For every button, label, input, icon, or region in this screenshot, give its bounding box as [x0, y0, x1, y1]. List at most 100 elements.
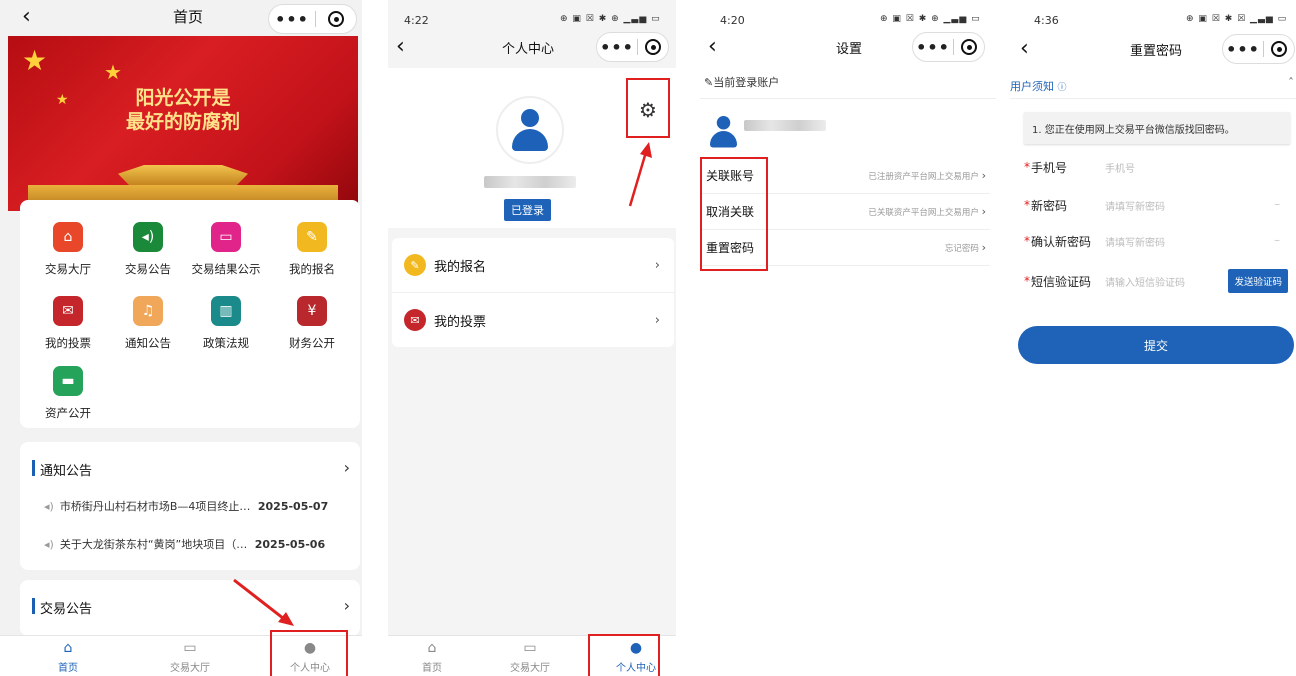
menu-item-my-vote[interactable]: ✉ 我的投票 ›	[392, 293, 674, 347]
grid-item-policy[interactable]: ▥ 政策法规	[186, 296, 266, 351]
field-label: 确认新密码	[1031, 234, 1092, 249]
grid-label: 我的报名	[289, 262, 335, 276]
grid-item-notice[interactable]: ♫ 通知公告	[108, 296, 188, 351]
bell-icon: ♫	[133, 296, 163, 326]
close-miniprogram-button[interactable]	[638, 39, 668, 55]
banner[interactable]: ★ ★ ★ 阳光公开是 最好的防腐剂	[8, 36, 358, 211]
new-password-field[interactable]: * 新密码 请填写新密码 ⌣	[1024, 186, 1294, 224]
tab-home[interactable]: ⌂ 首页	[392, 640, 472, 674]
banner-line-2: 最好的防腐剂	[126, 111, 241, 133]
login-status-badge: 已登录	[504, 199, 551, 221]
record-icon	[961, 39, 977, 55]
chevron-right-icon: ›	[654, 257, 660, 273]
finance-icon: ¥	[297, 296, 327, 326]
required-mark: *	[1024, 274, 1030, 288]
grid-label: 我的投票	[45, 336, 91, 350]
chevron-right-icon: ›	[654, 312, 660, 328]
banner-slogan: 阳光公开是 最好的防腐剂	[126, 86, 240, 134]
eye-closed-icon[interactable]: ⌣	[1274, 200, 1280, 210]
highlight-box	[588, 634, 660, 676]
account-header: ✎当前登录账户	[704, 74, 779, 90]
status-time: 4:20	[720, 14, 745, 27]
vote-icon: ✉	[53, 296, 83, 326]
submit-button[interactable]: 提交	[1018, 326, 1294, 364]
back-button[interactable]: ‹	[1020, 36, 1029, 61]
status-time: 4:22	[404, 14, 429, 27]
notice-item[interactable]: ◂) 市桥街丹山村石材市场B—4项目终止… 2025-05-07	[44, 498, 328, 514]
record-icon	[645, 39, 661, 55]
chevron-right-icon: ›	[981, 240, 986, 254]
monitor-icon: ▭	[523, 640, 537, 656]
user-notice-toggle[interactable]: 用户须知 ⓘ	[1010, 78, 1067, 94]
monitor-icon: ▭	[183, 640, 197, 656]
grid-label: 政策法规	[203, 336, 249, 350]
eye-closed-icon[interactable]: ⌣	[1274, 236, 1280, 246]
miniprogram-capsule: •••	[596, 32, 669, 62]
grid-item-my-vote[interactable]: ✉ 我的投票	[28, 296, 108, 351]
required-mark: *	[1024, 160, 1030, 174]
avatar-person-icon	[512, 109, 548, 151]
confirm-password-input-placeholder[interactable]: 请填写新密码	[1105, 234, 1165, 249]
monitor-icon: ▭	[211, 222, 241, 252]
phone-field[interactable]: * 手机号 手机号	[1024, 148, 1294, 186]
more-button[interactable]: •••	[269, 10, 315, 29]
status-icons: ⊕ ▣ ☒ ✱ ☒ ▁▃▅ ▭	[1186, 14, 1288, 24]
notice-item[interactable]: ◂) 关于大龙街茶东村“黄岗”地块项目（… 2025-05-06	[44, 536, 325, 552]
menu-item-my-signup[interactable]: ✎ 我的报名 ›	[392, 238, 674, 293]
required-mark: *	[1024, 234, 1030, 248]
chevron-right-icon[interactable]: ›	[344, 458, 350, 477]
sms-code-field[interactable]: * 短信验证码 请输入短信验证码 发送验证码	[1024, 262, 1294, 300]
grid-item-my-signup[interactable]: ✎ 我的报名	[272, 222, 352, 277]
grid-label: 交易大厅	[45, 262, 91, 276]
chevron-up-icon[interactable]: ˆ	[1288, 76, 1294, 90]
close-miniprogram-button[interactable]	[316, 11, 356, 27]
user-notice-box: 1. 您正在使用网上交易平台微信版找回密码。	[1024, 112, 1290, 144]
grid-item-finance[interactable]: ¥ 财务公开	[272, 296, 352, 351]
more-button[interactable]: •••	[597, 38, 637, 57]
function-grid-card: ⌂ 交易大厅 ◂) 交易公告 ▭ 交易结果公示 ✎ 我的报名 ✉ 我的投票 ♫ …	[20, 200, 360, 428]
chevron-right-icon: ›	[981, 168, 986, 182]
row-hint: 忘记密码 ›	[945, 241, 986, 254]
annotation-arrow	[628, 142, 652, 207]
banner-line-1: 阳光公开是	[135, 87, 231, 109]
back-button[interactable]: ‹	[708, 34, 717, 59]
grid-item-trade-result[interactable]: ▭ 交易结果公示	[186, 222, 266, 277]
send-sms-code-button[interactable]: 发送验证码	[1228, 269, 1288, 293]
tab-label: 首页	[422, 663, 442, 674]
menu-label: 我的报名	[434, 259, 487, 275]
notice-date: 2025-05-06	[254, 538, 326, 551]
phone-input-placeholder[interactable]: 手机号	[1105, 160, 1135, 175]
back-button[interactable]: ‹	[396, 34, 405, 59]
grid-item-trading-hall[interactable]: ⌂ 交易大厅	[28, 222, 108, 277]
close-miniprogram-button[interactable]	[954, 39, 984, 55]
new-password-input-placeholder[interactable]: 请填写新密码	[1105, 198, 1165, 213]
status-icons: ⊕ ▣ ☒ ✱ ⊕ ▁▃▅ ▭	[560, 14, 661, 24]
more-button[interactable]: •••	[913, 38, 953, 57]
briefcase-icon: ▬	[53, 366, 83, 396]
confirm-password-field[interactable]: * 确认新密码 请填写新密码 ⌣	[1024, 222, 1294, 260]
account-name-redacted	[744, 120, 826, 131]
divider	[700, 98, 996, 99]
grid-item-trade-notice[interactable]: ◂) 交易公告	[108, 222, 188, 277]
tab-trading-hall[interactable]: ▭ 交易大厅	[490, 640, 570, 674]
back-button[interactable]: ‹	[22, 4, 31, 29]
annotation-arrow	[233, 578, 294, 626]
signup-icon: ✎	[297, 222, 327, 252]
star-icon: ★	[56, 92, 69, 108]
user-notice-text: 1. 您正在使用网上交易平台微信版找回密码。	[1032, 124, 1235, 136]
close-miniprogram-button[interactable]	[1264, 41, 1294, 57]
home-icon: ⌂	[427, 640, 437, 656]
page-title: 首页	[173, 8, 204, 26]
avatar[interactable]	[496, 96, 564, 164]
tab-trading-hall[interactable]: ▭ 交易大厅	[150, 640, 230, 674]
required-mark: *	[1024, 198, 1030, 212]
page-title: 个人中心	[502, 42, 555, 57]
sms-code-input-placeholder[interactable]: 请输入短信验证码	[1105, 274, 1185, 289]
chevron-right-icon[interactable]: ›	[344, 596, 350, 615]
notice-date: 2025-05-07	[257, 500, 329, 513]
tab-home[interactable]: ⌂ 首页	[28, 640, 108, 674]
grid-item-assets[interactable]: ▬ 资产公开	[28, 366, 108, 421]
record-icon	[1271, 41, 1287, 57]
more-button[interactable]: •••	[1223, 40, 1263, 59]
field-label: 手机号	[1031, 160, 1068, 175]
